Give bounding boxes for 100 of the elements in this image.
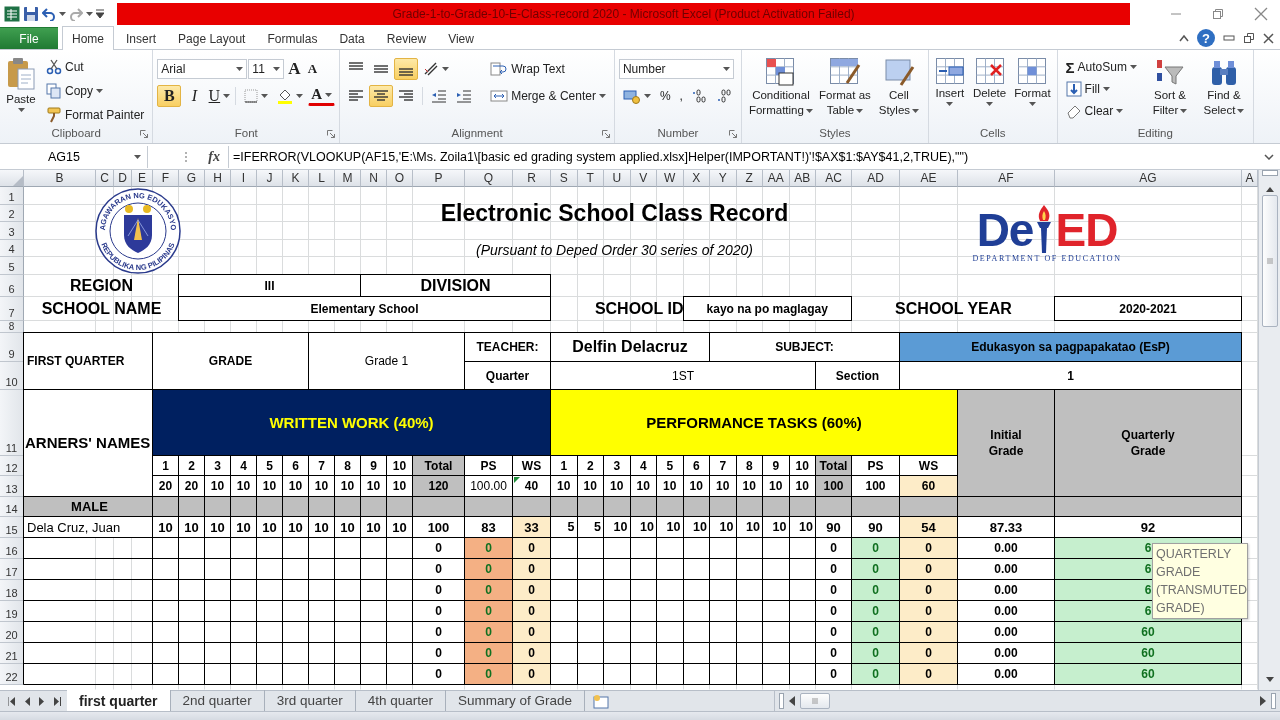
previous-arrow-icon[interactable] bbox=[24, 696, 30, 706]
spreadsheet-icon[interactable] bbox=[4, 5, 20, 22]
column-header[interactable]: AB bbox=[789, 170, 816, 187]
ribbon-tab[interactable]: Review bbox=[376, 27, 437, 49]
column-header[interactable]: M bbox=[335, 170, 361, 187]
scroll-left-icon[interactable] bbox=[788, 696, 796, 706]
column-header[interactable]: AC bbox=[816, 170, 852, 187]
ribbon-tab[interactable]: Data bbox=[329, 27, 375, 49]
align-button[interactable] bbox=[394, 57, 419, 80]
column-header[interactable]: N bbox=[361, 170, 387, 187]
column-header[interactable]: G bbox=[179, 170, 205, 187]
insert-function-button[interactable]: fx bbox=[208, 149, 220, 165]
row-header[interactable]: 1 bbox=[0, 187, 24, 205]
ribbon-tab[interactable]: Page Layout bbox=[168, 27, 256, 49]
row-header[interactable]: 15 bbox=[0, 517, 24, 538]
scrollbar-thumb[interactable] bbox=[1261, 195, 1278, 327]
column-header[interactable]: U bbox=[604, 170, 631, 187]
expand-icon[interactable] bbox=[1264, 154, 1274, 160]
format-painter-button[interactable]: Format Painter bbox=[42, 104, 149, 126]
underline-button[interactable]: U bbox=[207, 84, 232, 107]
column-header[interactable]: AD bbox=[852, 170, 900, 187]
dialog-launcher-icon[interactable] bbox=[140, 130, 149, 138]
column-header[interactable]: Q bbox=[465, 170, 513, 187]
column-header[interactable]: X bbox=[683, 170, 710, 187]
first-arrow-icon[interactable] bbox=[8, 696, 15, 706]
split-handle-icon[interactable] bbox=[1271, 693, 1276, 709]
row-header[interactable]: 2 bbox=[0, 205, 24, 222]
format-button[interactable]: Format bbox=[1012, 54, 1053, 126]
row-header[interactable]: 12 bbox=[0, 456, 24, 476]
find-select-button[interactable]: Find & Select bbox=[1198, 54, 1249, 126]
vertical-scrollbar[interactable] bbox=[1258, 170, 1280, 690]
column-header[interactable]: O bbox=[387, 170, 413, 187]
restore-icon[interactable] bbox=[1212, 7, 1224, 20]
column-header[interactable]: R bbox=[513, 170, 551, 187]
ribbon-tab[interactable]: View bbox=[438, 27, 484, 49]
row-header[interactable]: 7 bbox=[0, 297, 24, 321]
row-header[interactable]: 14 bbox=[0, 497, 24, 517]
save-icon[interactable] bbox=[23, 5, 39, 22]
row-header[interactable]: 10 bbox=[0, 362, 24, 390]
grow-font-button[interactable]: A bbox=[285, 57, 304, 80]
percent-button[interactable]: % bbox=[655, 84, 675, 107]
row-header[interactable]: 17 bbox=[0, 559, 24, 580]
column-header[interactable]: P bbox=[413, 170, 465, 187]
name-box[interactable]: AG15 bbox=[0, 146, 148, 168]
font-name-field[interactable]: Arial bbox=[157, 58, 248, 79]
merge-center-button[interactable]: Merge & Center bbox=[486, 84, 610, 107]
sort-filter-button[interactable]: Sort & Filter bbox=[1144, 54, 1195, 126]
row-header[interactable]: 19 bbox=[0, 601, 24, 622]
sheet-tab[interactable]: first quarter bbox=[67, 690, 171, 711]
bold-button[interactable]: B bbox=[157, 84, 182, 107]
dialog-launcher-icon[interactable] bbox=[728, 130, 737, 138]
column-header[interactable]: K bbox=[283, 170, 309, 187]
column-header[interactable]: L bbox=[309, 170, 335, 187]
row-header[interactable]: 5 bbox=[0, 257, 24, 275]
align-button[interactable] bbox=[369, 84, 394, 107]
column-header[interactable]: I bbox=[231, 170, 257, 187]
paste-button[interactable]: Paste bbox=[4, 54, 38, 126]
cell-styles-button[interactable]: Cell Styles bbox=[873, 54, 924, 126]
column-header[interactable]: AG bbox=[1055, 170, 1242, 187]
dialog-launcher-icon[interactable] bbox=[601, 130, 610, 138]
minimize-icon[interactable] bbox=[1223, 34, 1235, 42]
next-arrow-icon[interactable] bbox=[39, 696, 45, 706]
close-icon[interactable] bbox=[1263, 32, 1274, 44]
row-header[interactable]: 21 bbox=[0, 643, 24, 664]
row-header[interactable]: 11 bbox=[0, 390, 24, 456]
collapse-ribbon-icon[interactable] bbox=[1179, 34, 1189, 42]
font-color-button[interactable]: A bbox=[308, 85, 336, 106]
column-header[interactable]: V bbox=[630, 170, 657, 187]
column-header[interactable]: B bbox=[24, 170, 96, 187]
column-header[interactable]: J bbox=[257, 170, 283, 187]
row-header[interactable]: 6 bbox=[0, 275, 24, 297]
ribbon-tab[interactable]: Insert bbox=[116, 27, 167, 49]
column-header[interactable]: A bbox=[1242, 170, 1258, 187]
conditional-formatting-button[interactable]: Conditional Formatting bbox=[745, 54, 816, 126]
column-header[interactable]: W bbox=[657, 170, 684, 187]
split-handle-icon[interactable] bbox=[1261, 170, 1278, 176]
column-header[interactable]: AA bbox=[763, 170, 790, 187]
split-handle-icon[interactable] bbox=[779, 693, 784, 709]
scroll-up-icon[interactable] bbox=[1264, 185, 1275, 193]
column-header[interactable]: Y bbox=[710, 170, 737, 187]
row-header[interactable]: 18 bbox=[0, 580, 24, 601]
delete-button[interactable]: Delete bbox=[970, 54, 1009, 126]
clear-button[interactable]: Clear bbox=[1061, 100, 1141, 122]
undo-icon[interactable] bbox=[42, 6, 56, 21]
font-size-field[interactable]: 11 bbox=[248, 58, 285, 79]
customize-icon[interactable] bbox=[96, 8, 104, 19]
cut-button[interactable]: Cut bbox=[42, 56, 149, 78]
number-format-field[interactable]: Number bbox=[618, 58, 734, 79]
row-header[interactable]: 8 bbox=[0, 321, 24, 333]
last-arrow-icon[interactable] bbox=[54, 696, 61, 706]
autosum-button[interactable]: Σ AutoSum bbox=[1061, 56, 1141, 78]
shrink-font-button[interactable]: A bbox=[304, 57, 321, 80]
column-header[interactable]: S bbox=[551, 170, 578, 187]
scroll-down-icon[interactable] bbox=[1264, 676, 1275, 684]
column-header[interactable]: T bbox=[577, 170, 604, 187]
scroll-right-icon[interactable] bbox=[1259, 696, 1267, 706]
italic-button[interactable]: I bbox=[182, 84, 207, 107]
ribbon-tab[interactable]: Home bbox=[62, 26, 114, 50]
insert-button[interactable]: Insert bbox=[932, 54, 967, 126]
formula-field[interactable]: =IFERROR(VLOOKUP(AF15,'E:\Ms. Zoila1\[basic ed grading system applied.xlsx]Helper(IMPORTANT!)'!$AX$1:$AY$41,2,TRUE),"") bbox=[228, 146, 1258, 168]
